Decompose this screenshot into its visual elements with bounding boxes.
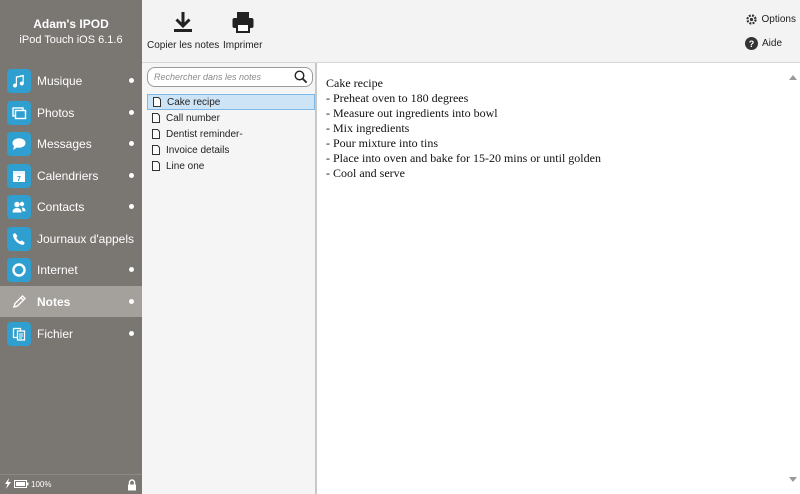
help-button[interactable]: ? Aide [744, 37, 782, 50]
scroll-down-arrow[interactable] [789, 477, 797, 482]
note-title: Invoice details [166, 144, 230, 156]
note-line: - Measure out ingredients into bowl [326, 106, 498, 120]
pencil-icon [7, 290, 31, 314]
note-icon [152, 113, 160, 123]
gear-icon [745, 14, 757, 25]
sidebar: Adam's IPOD iPod Touch iOS 6.1.6 Musique… [0, 0, 142, 494]
sidebar-item-label: Fichier [37, 326, 74, 341]
sidebar-item-calendriers[interactable]: 7 Calendriers [0, 160, 142, 191]
sidebar-item-internet[interactable]: Internet [0, 254, 142, 285]
print-button[interactable]: Imprimer [223, 10, 262, 51]
sidebar-item-dot [129, 78, 134, 83]
search-input[interactable] [154, 70, 290, 84]
file-icon [7, 321, 31, 346]
sidebar-item-label: Internet [37, 262, 78, 277]
note-line: - Preheat oven to 180 degrees [326, 91, 469, 105]
note-title: Call number [166, 112, 220, 124]
device-model: iPod Touch iOS 6.1.6 [19, 34, 123, 46]
printer-icon [232, 12, 254, 33]
notes-list-pane: Cake recipe Call number Dentist reminder… [142, 63, 317, 494]
help-icon: ? [744, 37, 758, 50]
phone-icon [7, 226, 31, 251]
toolbar: Copier les notes Imprimer Options ? Aide [142, 0, 800, 63]
note-item-call-number[interactable]: Call number [147, 110, 315, 126]
message-icon [7, 131, 31, 156]
sidebar-item-messages[interactable]: Messages [0, 128, 142, 159]
sidebar-item-label: Calendriers [37, 168, 99, 183]
note-body[interactable]: Cake recipe - Preheat oven to 180 degree… [326, 76, 601, 181]
sidebar-item-label: Contacts [37, 199, 85, 214]
note-line: - Place into oven and bake for 15-20 min… [326, 151, 601, 165]
device-header: Adam's IPOD iPod Touch iOS 6.1.6 [0, 0, 142, 64]
photo-icon [7, 100, 31, 125]
note-item-line-one[interactable]: Line one [147, 158, 315, 174]
search-icon[interactable] [294, 70, 308, 87]
sidebar-item-label: Photos [37, 105, 75, 120]
copy-notes-label: Copier les notes [147, 40, 220, 51]
sidebar-item-musique[interactable]: Musique [0, 65, 142, 96]
note-line: Cake recipe [326, 76, 383, 90]
charging-icon [4, 478, 12, 491]
music-icon [7, 68, 31, 93]
scroll-up-arrow[interactable] [789, 75, 797, 80]
contacts-icon [7, 194, 31, 219]
battery-level: 100% [31, 480, 52, 489]
sidebar-item-dot [129, 331, 134, 336]
battery-icon [14, 479, 29, 490]
options-button[interactable]: Options [745, 13, 796, 26]
note-item-dentist-reminder[interactable]: Dentist reminder- [147, 126, 315, 142]
sidebar-item-label: Musique [37, 73, 83, 88]
sidebar-item-dot [129, 173, 134, 178]
help-label: Aide [761, 38, 782, 49]
sidebar-item-label: Journaux d'appels [37, 231, 135, 246]
download-icon [174, 12, 193, 32]
sidebar-item-fichier[interactable]: Fichier [0, 318, 142, 349]
lock-icon[interactable] [127, 479, 137, 493]
note-line: - Cool and serve [326, 166, 405, 180]
search-box [147, 67, 313, 87]
sidebar-item-dot [129, 299, 134, 304]
status-bar: 100% [0, 474, 142, 494]
internet-icon [7, 257, 31, 282]
note-line: - Mix ingredients [326, 121, 410, 135]
note-item-cake-recipe[interactable]: Cake recipe [147, 94, 315, 110]
copy-notes-button[interactable]: Copier les notes [147, 10, 219, 51]
options-label: Options [761, 14, 796, 25]
sidebar-item-photos[interactable]: Photos [0, 97, 142, 128]
svg-text:?: ? [749, 39, 755, 49]
sidebar-item-label: Notes [37, 294, 71, 309]
sidebar-item-dot [129, 204, 134, 209]
note-title: Dentist reminder- [166, 128, 243, 140]
sidebar-item-journaux[interactable]: Journaux d'appels [0, 223, 142, 254]
note-title: Line one [166, 160, 205, 172]
note-content-pane[interactable]: Cake recipe - Preheat oven to 180 degree… [319, 63, 800, 494]
calendar-icon: 7 [7, 163, 31, 188]
sidebar-item-notes[interactable]: Notes [0, 286, 142, 317]
note-icon [153, 97, 161, 107]
sidebar-item-contacts[interactable]: Contacts [0, 191, 142, 222]
device-name: Adam's IPOD [33, 17, 109, 31]
note-title: Cake recipe [167, 96, 221, 108]
sidebar-item-dot [129, 141, 134, 146]
svg-text:7: 7 [17, 176, 21, 183]
note-icon [152, 161, 160, 171]
sidebar-item-dot [129, 267, 134, 272]
note-line: - Pour mixture into tins [326, 136, 438, 150]
note-icon [152, 129, 160, 139]
sidebar-item-label: Messages [37, 136, 92, 151]
note-item-invoice-details[interactable]: Invoice details [147, 142, 315, 158]
note-icon [152, 145, 160, 155]
print-label: Imprimer [223, 40, 263, 51]
sidebar-item-dot [129, 110, 134, 115]
